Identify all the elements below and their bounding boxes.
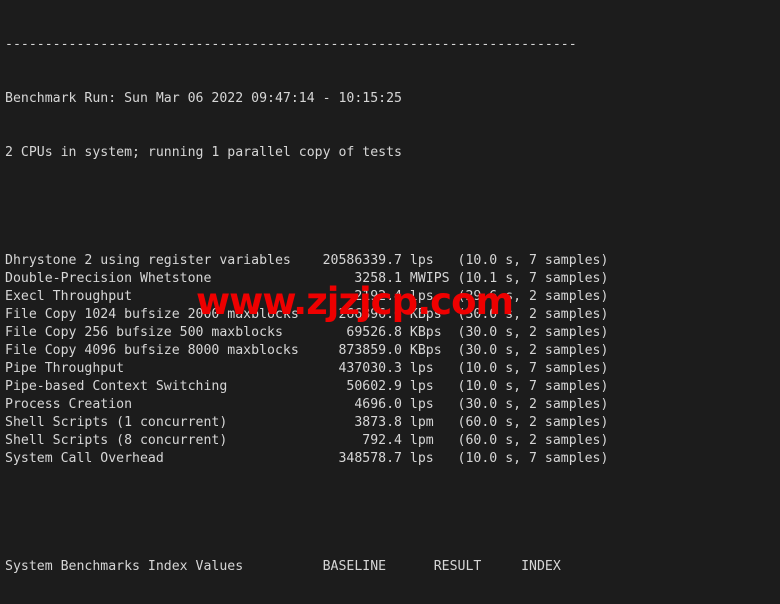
terminal-output: ----------------------------------------…	[5, 0, 780, 604]
rule-top: ----------------------------------------…	[5, 37, 577, 52]
raw-result-row: Pipe-based Context Switching 50602.9 lps…	[5, 379, 609, 394]
raw-result-row: Shell Scripts (1 concurrent) 3873.8 lpm …	[5, 415, 609, 430]
raw-result-row: Process Creation 4696.0 lps (30.0 s, 2 s…	[5, 397, 609, 412]
raw-result-row: File Copy 1024 bufsize 2000 maxblocks 26…	[5, 307, 609, 322]
raw-result-row: System Call Overhead 348578.7 lps (10.0 …	[5, 451, 609, 466]
raw-result-row: File Copy 256 bufsize 500 maxblocks 6952…	[5, 325, 609, 340]
cpu-info-line: 2 CPUs in system; running 1 parallel cop…	[5, 145, 402, 160]
raw-result-row: Pipe Throughput 437030.3 lps (10.0 s, 7 …	[5, 361, 609, 376]
benchmark-run-line: Benchmark Run: Sun Mar 06 2022 09:47:14 …	[5, 91, 402, 106]
terminal-screen: ----------------------------------------…	[0, 0, 780, 604]
raw-result-row: Dhrystone 2 using register variables 205…	[5, 253, 609, 268]
raw-results-block: Dhrystone 2 using register variables 205…	[5, 252, 780, 468]
index-table-header: System Benchmarks Index Values BASELINE …	[5, 559, 561, 574]
raw-result-row: File Copy 4096 bufsize 8000 maxblocks 87…	[5, 343, 609, 358]
raw-result-row: Shell Scripts (8 concurrent) 792.4 lpm (…	[5, 433, 609, 448]
raw-result-row: Execl Throughput 2192.4 lps (29.6 s, 2 s…	[5, 289, 609, 304]
raw-result-row: Double-Precision Whetstone 3258.1 MWIPS …	[5, 271, 609, 286]
